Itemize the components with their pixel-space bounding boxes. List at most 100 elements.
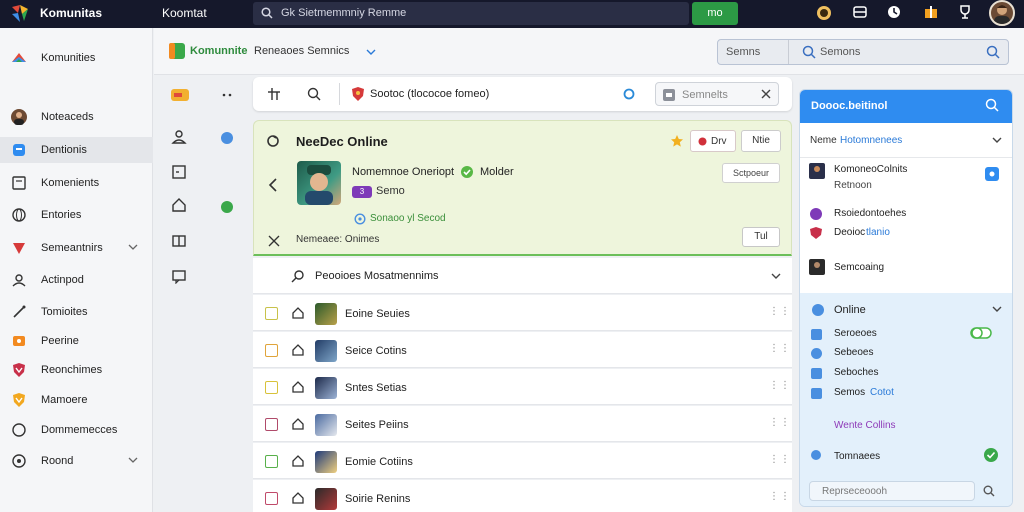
online-user[interactable]: Semos	[834, 387, 865, 398]
more-icon[interactable]: ⋮⋮	[769, 306, 791, 317]
ntie-button[interactable]: Ntie	[741, 130, 781, 152]
grid-icon[interactable]	[267, 87, 281, 101]
chevron-down-icon[interactable]	[992, 305, 1002, 313]
chevron-down-icon[interactable]	[366, 48, 376, 56]
table-row[interactable]: Sntes Setias ⋮⋮	[253, 369, 792, 405]
refresh-icon[interactable]	[623, 88, 635, 100]
home-icon[interactable]	[291, 306, 305, 320]
online-user[interactable]: Sebeoes	[834, 347, 873, 358]
row-thumbnail[interactable]	[315, 451, 337, 473]
gift-icon[interactable]	[923, 4, 943, 24]
chevron-left-icon[interactable]	[268, 178, 278, 192]
member-name[interactable]: KomoneoColnits	[834, 164, 907, 175]
options-dropdown[interactable]: Tul	[742, 227, 780, 247]
drv-button[interactable]: Drv	[690, 130, 736, 152]
trophy-icon[interactable]	[957, 4, 977, 24]
helmet-icon[interactable]	[815, 4, 835, 24]
member-name[interactable]: Semcoaing	[834, 262, 884, 273]
more-icon[interactable]: ⋮⋮	[769, 343, 791, 354]
bottom-item[interactable]: Tomnaees	[834, 451, 880, 462]
search-icon[interactable]	[983, 485, 995, 497]
search-input[interactable]: Semons	[820, 46, 860, 58]
search-scope[interactable]: Semns	[726, 46, 760, 58]
star-icon[interactable]	[670, 134, 684, 148]
user-avatar[interactable]	[989, 0, 1015, 26]
online-user-highlight[interactable]: Wente Collins	[834, 420, 896, 431]
table-row[interactable]: Seice Cotins ⋮⋮	[253, 332, 792, 368]
home-icon[interactable]	[291, 343, 305, 357]
row-checkbox[interactable]	[265, 492, 278, 505]
book-icon[interactable]	[171, 233, 189, 251]
player-thumbnail[interactable]	[297, 161, 341, 205]
row-name[interactable]: Eomie Cotiins	[345, 456, 413, 468]
sidebar-item-noteaceds[interactable]: Noteaceds	[0, 104, 153, 130]
sidebar-item-dommemecces[interactable]: Dommemecces	[0, 417, 153, 443]
chevron-down-icon[interactable]	[992, 136, 1002, 144]
search-submit-icon[interactable]	[986, 45, 1000, 59]
filter-input[interactable]: Semnelts	[655, 82, 779, 106]
inbox-icon[interactable]	[852, 4, 872, 24]
home-icon[interactable]	[291, 380, 305, 394]
user-icon[interactable]	[171, 129, 189, 147]
check-circle-icon[interactable]	[983, 447, 999, 463]
row-checkbox[interactable]	[265, 418, 278, 431]
brand-logo-icon[interactable]	[10, 5, 30, 23]
row-name[interactable]: Eoine Seuies	[345, 308, 410, 320]
online-user[interactable]: Seboches	[834, 367, 878, 378]
row-thumbnail[interactable]	[315, 303, 337, 325]
home-icon[interactable]	[291, 454, 305, 468]
global-search[interactable]: Gk Sietmemmniy Remme	[253, 2, 689, 25]
more-icon[interactable]: ⋮⋮	[769, 380, 791, 391]
sidebar-item-komenients[interactable]: Komenients	[0, 170, 153, 196]
more-icon[interactable]	[220, 88, 238, 106]
shuffle-icon[interactable]	[268, 235, 280, 247]
more-icon[interactable]: ⋮⋮	[769, 491, 791, 502]
panel-search-input[interactable]: Reprseceoooh	[809, 481, 975, 501]
search-icon[interactable]	[985, 98, 999, 112]
table-row[interactable]: Seites Peiins ⋮⋮	[253, 406, 792, 442]
member-sub[interactable]: tlanio	[866, 227, 890, 238]
sidebar-item-entories[interactable]: Entories	[0, 202, 153, 228]
more-icon[interactable]: ⋮⋮	[769, 454, 791, 465]
sidebar-item-semeantnirs[interactable]: Semeantnirs	[0, 235, 153, 261]
blue-badge-icon[interactable]	[985, 167, 999, 181]
filter-value[interactable]: Hotomnenees	[840, 135, 902, 146]
toggle-switch[interactable]	[970, 326, 992, 340]
member-avatar[interactable]	[809, 259, 825, 275]
list-header[interactable]: Peooioes Mosatmennims	[253, 258, 792, 294]
sidebar-item-actinpod[interactable]: Actinpod	[0, 267, 153, 293]
row-thumbnail[interactable]	[315, 488, 337, 510]
row-checkbox[interactable]	[265, 455, 278, 468]
chevron-down-icon[interactable]	[771, 272, 781, 280]
sidebar-item-reonchimes[interactable]: Reonchimes	[0, 357, 153, 383]
table-row[interactable]: Eomie Cotiins ⋮⋮	[253, 443, 792, 479]
row-thumbnail[interactable]	[315, 377, 337, 399]
go-button[interactable]: mo	[692, 2, 738, 25]
member-name[interactable]: Rsoiedontoehes	[834, 208, 906, 219]
home-icon[interactable]	[171, 197, 189, 215]
row-checkbox[interactable]	[265, 381, 278, 394]
home-icon[interactable]	[291, 417, 305, 431]
home-icon[interactable]	[291, 491, 305, 505]
chevron-down-icon[interactable]	[128, 243, 138, 251]
member-avatar[interactable]	[809, 163, 825, 179]
table-row[interactable]: Eoine Seuies ⋮⋮	[253, 295, 792, 331]
row-name[interactable]: Sntes Setias	[345, 382, 407, 394]
table-row[interactable]: Soirie Renins ⋮⋮	[253, 480, 792, 512]
online-user[interactable]: Seroeoes	[834, 328, 877, 339]
member-name[interactable]: Deoioc	[834, 227, 865, 238]
online-user-extra[interactable]: Cotot	[870, 387, 894, 398]
chevron-down-icon[interactable]	[128, 456, 138, 464]
section-search[interactable]: Semns Semons	[717, 39, 1009, 65]
row-checkbox[interactable]	[265, 344, 278, 357]
message-icon[interactable]	[171, 268, 189, 286]
row-thumbnail[interactable]	[315, 414, 337, 436]
app-section[interactable]: Reneaoes Semnics	[254, 45, 349, 57]
folder-icon[interactable]	[170, 87, 189, 105]
row-name[interactable]: Seites Peiins	[345, 419, 409, 431]
sidebar-item-tomioites[interactable]: Tomioites	[0, 299, 153, 325]
app-icon[interactable]	[168, 42, 186, 60]
more-icon[interactable]: ⋮⋮	[769, 417, 791, 428]
app-name[interactable]: Komunnite	[190, 45, 247, 57]
sidebar-item-komunities[interactable]: Komunities	[0, 45, 153, 71]
